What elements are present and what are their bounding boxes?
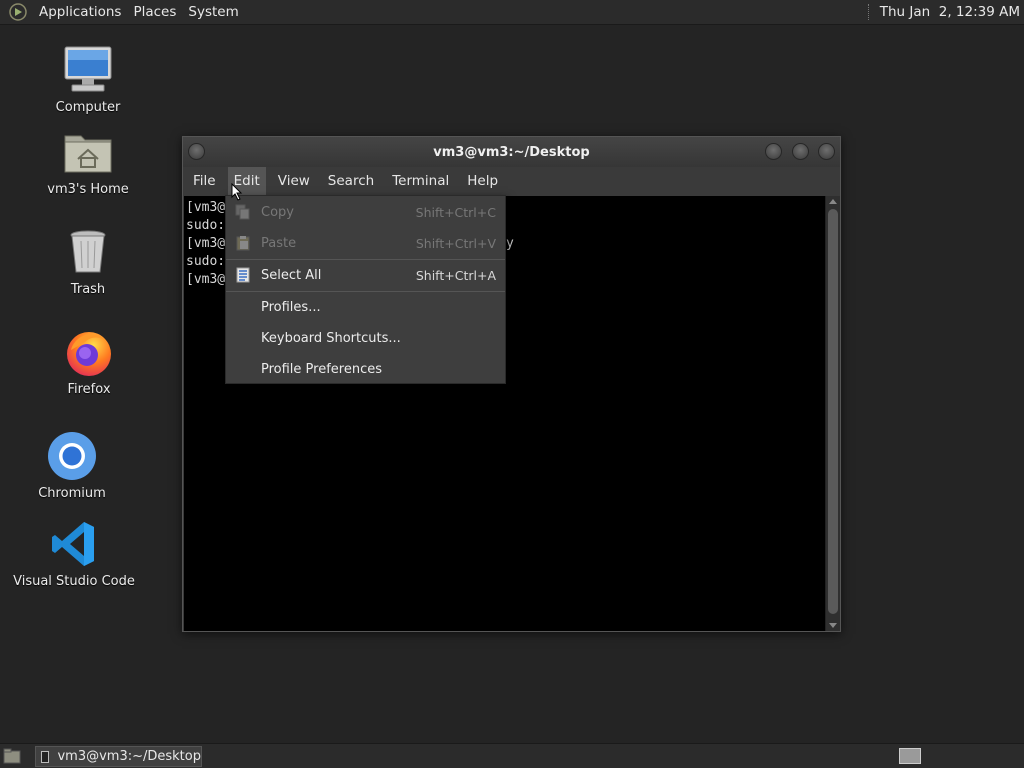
trash-icon — [62, 226, 114, 278]
top-panel: Applications Places System Thu Jan 2, 12… — [0, 0, 1024, 25]
applications-logo-icon[interactable] — [7, 1, 29, 23]
bottom-panel: vm3@vm3:~/Desktop — [0, 743, 1024, 768]
desktop-icon-label: vm3's Home — [47, 182, 129, 197]
copy-icon — [235, 204, 251, 220]
menu-item-label: Profile Preferences — [261, 361, 383, 377]
desktop-icon-vscode[interactable]: Visual Studio Code — [9, 518, 139, 589]
menu-item-label: Profiles... — [261, 299, 321, 315]
clock[interactable]: Thu Jan 2, 12:39 AM — [880, 4, 1020, 20]
window-menu-icon[interactable] — [188, 143, 205, 160]
scroll-down-icon[interactable] — [829, 623, 837, 628]
mouse-pointer-icon — [231, 183, 243, 201]
window-titlebar[interactable]: vm3@vm3:~/Desktop — [183, 137, 840, 167]
menu-item-select-all[interactable]: Select All Shift+Ctrl+A — [226, 260, 505, 290]
applications-menu[interactable]: Applications — [33, 4, 127, 20]
menu-item-keyboard-shortcuts[interactable]: Keyboard Shortcuts... — [226, 323, 505, 353]
workspace-switcher[interactable] — [899, 748, 921, 764]
desktop-icon-label: Computer — [55, 100, 121, 115]
desktop-icon-label: Chromium — [38, 486, 106, 501]
menu-help[interactable]: Help — [461, 167, 504, 195]
menu-item-accelerator: Shift+Ctrl+V — [415, 235, 496, 251]
desktop-icon-computer[interactable]: Computer — [23, 44, 153, 115]
terminal-scrollbar[interactable] — [825, 196, 840, 631]
menu-item-accelerator: Shift+Ctrl+C — [415, 204, 496, 220]
terminal-icon — [41, 750, 50, 763]
places-menu[interactable]: Places — [127, 4, 182, 20]
select-all-icon — [235, 267, 251, 283]
terminal-line-fragment: y — [506, 236, 514, 251]
desktop-icon-home[interactable]: vm3's Home — [23, 126, 153, 197]
minimize-button[interactable] — [765, 143, 782, 160]
system-menu[interactable]: System — [182, 4, 244, 20]
desktop-icon-trash[interactable]: Trash — [23, 226, 153, 297]
desktop-icon-chromium[interactable]: Chromium — [7, 430, 137, 501]
menu-item-profiles[interactable]: Profiles... — [226, 292, 505, 322]
terminal-menubar: File Edit View Search Terminal Help — [183, 167, 840, 195]
scroll-up-icon[interactable] — [829, 199, 837, 204]
home-folder-icon — [62, 126, 114, 178]
edit-dropdown-menu: Copy Shift+Ctrl+C Paste Shift+Ctrl+V Sel… — [225, 195, 506, 384]
panel-separator — [867, 4, 870, 20]
computer-icon — [62, 44, 114, 96]
menu-view[interactable]: View — [272, 167, 316, 195]
taskbar-button-label: vm3@vm3:~/Desktop — [57, 749, 201, 764]
menu-item-label: Paste — [261, 235, 297, 251]
show-desktop-icon[interactable] — [3, 748, 21, 764]
terminal-line-text: [vm3@ — [186, 236, 226, 251]
menu-file[interactable]: File — [187, 167, 222, 195]
menu-item-label: Select All — [261, 267, 322, 283]
desktop-icon-label: Firefox — [67, 382, 111, 397]
firefox-icon — [63, 326, 115, 378]
scrollbar-thumb[interactable] — [828, 209, 838, 614]
menu-search[interactable]: Search — [322, 167, 380, 195]
vscode-icon — [48, 518, 100, 570]
desktop-icon-firefox[interactable]: Firefox — [24, 326, 154, 397]
maximize-button[interactable] — [792, 143, 809, 160]
menu-item-label: Copy — [261, 204, 294, 220]
menu-item-paste[interactable]: Paste Shift+Ctrl+V — [226, 228, 505, 258]
chromium-icon — [46, 430, 98, 482]
close-button[interactable] — [818, 143, 835, 160]
menu-item-accelerator: Shift+Ctrl+A — [415, 267, 496, 283]
desktop-icon-label: Visual Studio Code — [13, 574, 135, 589]
taskbar-button-terminal[interactable]: vm3@vm3:~/Desktop — [35, 746, 202, 767]
desktop-icon-label: Trash — [70, 282, 106, 297]
menu-item-label: Keyboard Shortcuts... — [261, 330, 401, 346]
window-title: vm3@vm3:~/Desktop — [433, 144, 590, 160]
paste-icon — [235, 235, 251, 251]
menu-item-copy[interactable]: Copy Shift+Ctrl+C — [226, 197, 505, 227]
menu-terminal[interactable]: Terminal — [386, 167, 455, 195]
menu-item-profile-preferences[interactable]: Profile Preferences — [226, 354, 505, 384]
